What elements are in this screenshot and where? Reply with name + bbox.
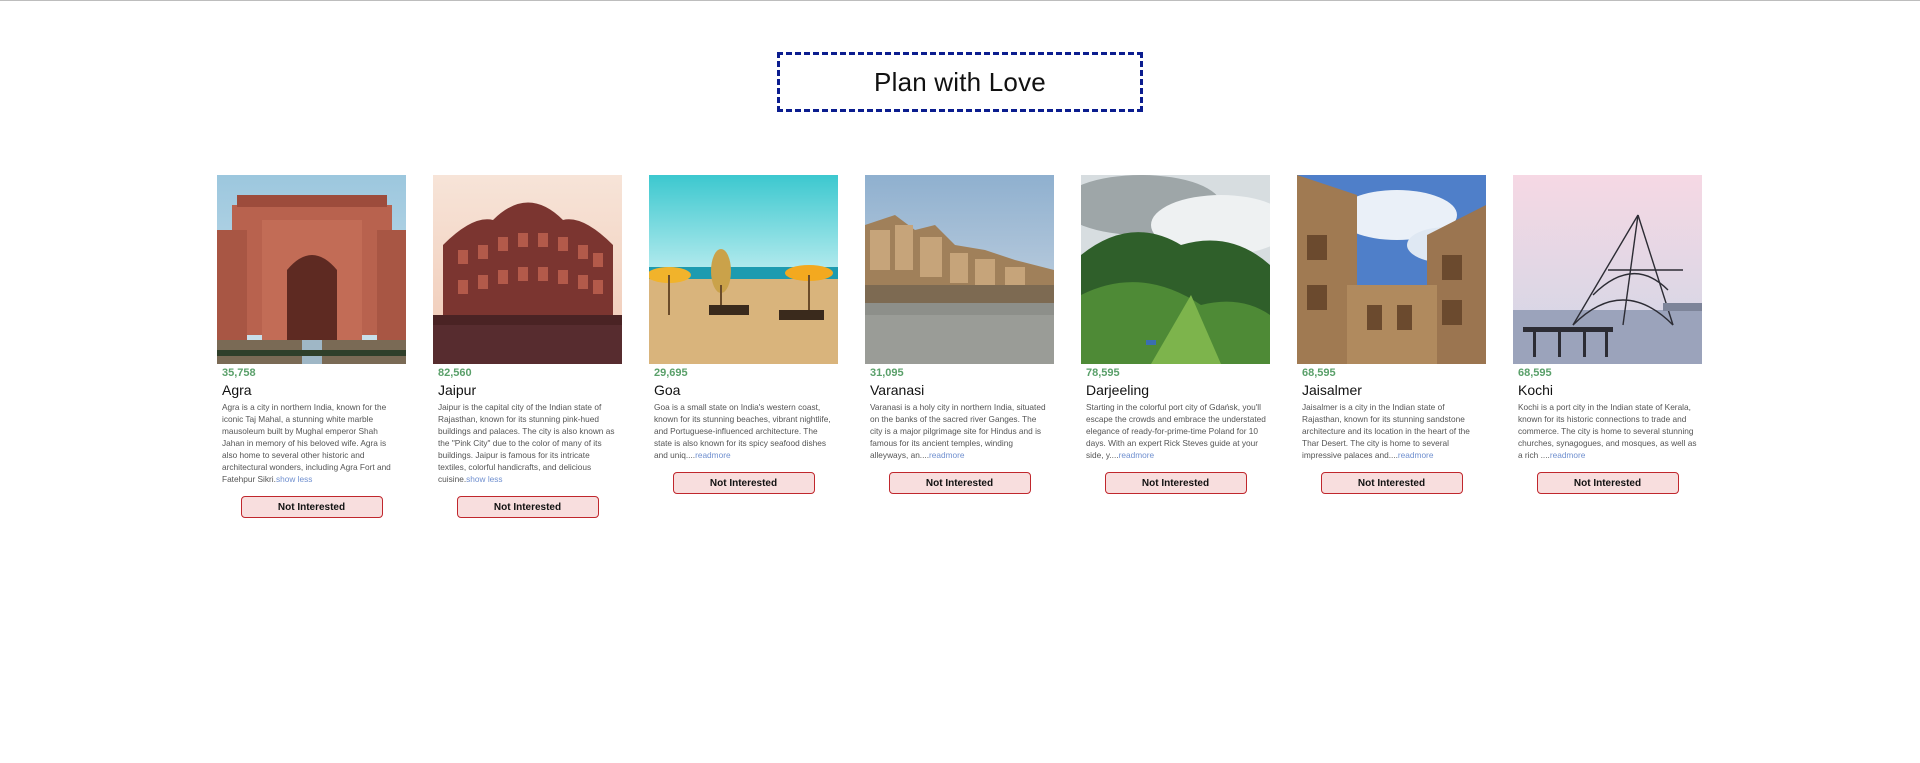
description-text: Starting in the colorful port city of Gd… <box>1086 402 1266 460</box>
city-name: Goa <box>654 382 681 398</box>
destination-card-darjeeling: 78,595 Darjeeling Starting in the colorf… <box>1081 175 1270 494</box>
destination-card-kochi: 68,595 Kochi Kochi is a port city in the… <box>1513 175 1702 494</box>
description-text: Kochi is a port city in the Indian state… <box>1518 402 1697 460</box>
show-less-link[interactable]: show less <box>466 474 502 484</box>
readmore-link[interactable]: readmore <box>1398 450 1434 460</box>
destination-card-varanasi: 31,095 Varanasi Varanasi is a holy city … <box>865 175 1054 494</box>
price: 68,595 <box>1518 367 1552 379</box>
city-description: Kochi is a port city in the Indian state… <box>1518 401 1698 461</box>
readmore-link[interactable]: readmore <box>929 450 965 460</box>
readmore-link[interactable]: readmore <box>1550 450 1586 460</box>
city-description: Jaipur is the capital city of the Indian… <box>438 401 618 485</box>
city-description: Starting in the colorful port city of Gd… <box>1086 401 1266 461</box>
destination-card-goa: 29,695 Goa Goa is a small state on India… <box>649 175 838 494</box>
title-wrap: Plan with Love <box>0 52 1920 112</box>
city-description: Goa is a small state on India's western … <box>654 401 834 461</box>
description-text: Goa is a small state on India's western … <box>654 402 831 460</box>
price: 29,695 <box>654 367 688 379</box>
city-description: Agra is a city in northern India, known … <box>222 401 402 485</box>
not-interested-button[interactable]: Not Interested <box>672 472 815 494</box>
city-name: Darjeeling <box>1086 382 1150 398</box>
readmore-link[interactable]: readmore <box>695 450 731 460</box>
goa-image <box>649 175 838 364</box>
destination-card-jaipur: 82,560 Jaipur Jaipur is the capital city… <box>433 175 622 518</box>
city-description: Jaisalmer is a city in the Indian state … <box>1302 401 1482 461</box>
readmore-link[interactable]: readmore <box>1119 450 1155 460</box>
price: 68,595 <box>1302 367 1336 379</box>
city-description: Varanasi is a holy city in northern Indi… <box>870 401 1050 461</box>
not-interested-button[interactable]: Not Interested <box>1536 472 1679 494</box>
description-text: Jaisalmer is a city in the Indian state … <box>1302 402 1470 460</box>
description-text: Agra is a city in northern India, known … <box>222 402 391 484</box>
show-less-link[interactable]: show less <box>276 474 312 484</box>
description-text: Jaipur is the capital city of the Indian… <box>438 402 615 484</box>
destination-card-agra: 35,758 Agra Agra is a city in northern I… <box>217 175 406 518</box>
price: 82,560 <box>438 367 472 379</box>
price: 31,095 <box>870 367 904 379</box>
kochi-image <box>1513 175 1702 364</box>
destination-list: 35,758 Agra Agra is a city in northern I… <box>0 175 1920 518</box>
darjeeling-image <box>1081 175 1270 364</box>
agra-image <box>217 175 406 364</box>
not-interested-button[interactable]: Not Interested <box>456 496 599 518</box>
not-interested-button[interactable]: Not Interested <box>240 496 383 518</box>
varanasi-image <box>865 175 1054 364</box>
page-title: Plan with Love <box>777 52 1143 112</box>
price: 78,595 <box>1086 367 1120 379</box>
not-interested-button[interactable]: Not Interested <box>1320 472 1463 494</box>
city-name: Jaisalmer <box>1302 382 1362 398</box>
price: 35,758 <box>222 367 256 379</box>
city-name: Kochi <box>1518 382 1554 398</box>
jaipur-image <box>433 175 622 364</box>
city-name: Agra <box>222 382 252 398</box>
city-name: Varanasi <box>870 382 925 398</box>
destination-card-jaisalmer: 68,595 Jaisalmer Jaisalmer is a city in … <box>1297 175 1486 494</box>
not-interested-button[interactable]: Not Interested <box>888 472 1031 494</box>
not-interested-button[interactable]: Not Interested <box>1104 472 1247 494</box>
city-name: Jaipur <box>438 382 477 398</box>
jaisalmer-image <box>1297 175 1486 364</box>
